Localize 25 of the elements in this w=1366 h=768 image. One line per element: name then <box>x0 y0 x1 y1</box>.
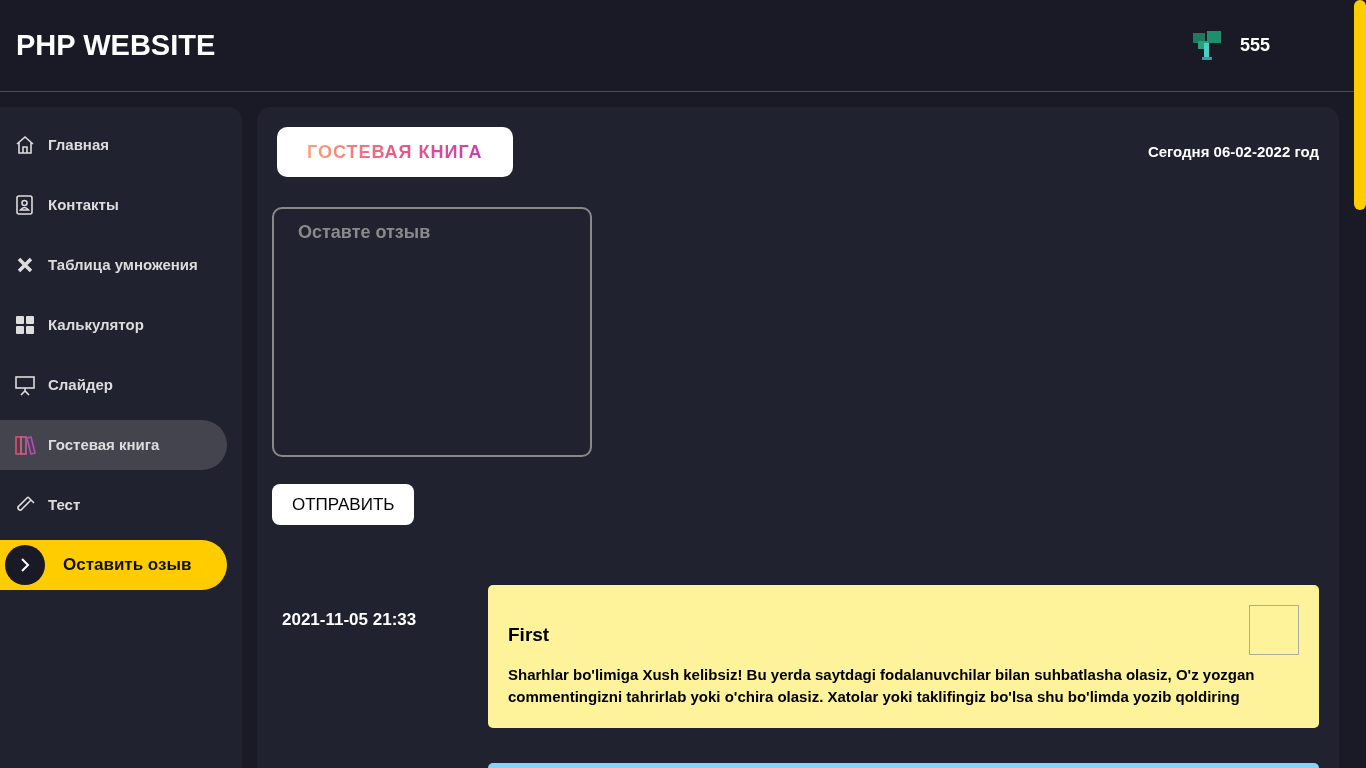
guestbook-heading: ГОСТЕВАЯ КНИГА <box>277 127 513 177</box>
presentation-board-icon <box>14 374 36 396</box>
sidebar-item[interactable]: Гостевая книга <box>0 420 227 470</box>
sidebar-item[interactable]: Слайдер <box>0 360 227 410</box>
home-icon <box>14 134 36 156</box>
review-field[interactable]: Оставте отзыв <box>272 207 592 457</box>
comment-time: 2021-11-05 21:33 <box>281 609 418 631</box>
comment-title: First <box>508 623 550 647</box>
sidebar-item[interactable]: Контакты <box>0 180 227 230</box>
sidebar-item[interactable]: Главная <box>0 120 227 170</box>
sidebar-item[interactable]: Тест <box>0 480 227 530</box>
submit-button[interactable]: ОТПРАВИТЬ <box>272 484 415 525</box>
books-icon <box>14 434 36 456</box>
user-name: 555 <box>1239 34 1270 57</box>
comment-text: Sharhlar bo'limiga Xush kelibsiz! Bu yerda saytdagi fodalanuvchilar bilan suhbatlasha olasiz, O'z yozgan commentingizni tahrirlab yoki o'chira olasiz. Xatolar yoki taklifingiz bo'lsa shu bo'limda yozib qoldiring <box>508 664 1256 707</box>
site-title: PHP WEBSITE <box>16 28 216 63</box>
contact-card-icon <box>14 194 36 216</box>
chevron-icon <box>5 545 45 585</box>
date-text: Сегодня 06-02-2022 год <box>1147 141 1319 162</box>
sidebar-item[interactable]: Калькулятор <box>0 300 227 350</box>
scrollbar-thumb[interactable] <box>1354 0 1366 210</box>
leave-review-button[interactable]: Оставить озыв <box>0 540 227 590</box>
calculator-icon <box>14 314 36 336</box>
sidebar-item[interactable]: Таблица умножения <box>0 240 227 290</box>
broken-image-icon <box>1249 605 1299 655</box>
